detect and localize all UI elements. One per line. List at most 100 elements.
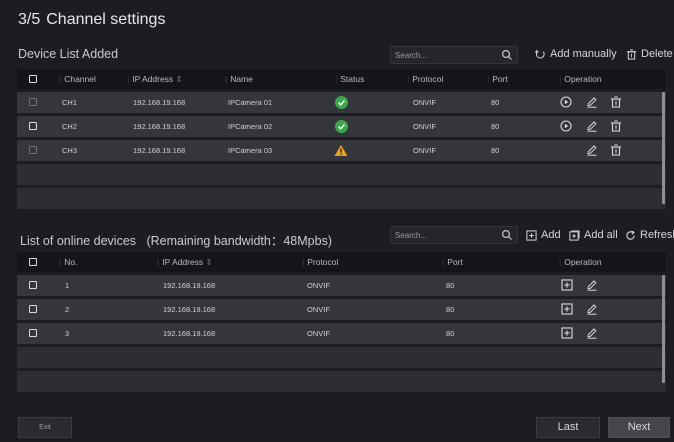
cell-no: 1 — [65, 281, 70, 290]
cell-port: 80 — [446, 305, 455, 314]
edit-icon[interactable] — [586, 303, 598, 315]
col-no[interactable]: | No. — [59, 252, 77, 272]
add-manually-label: Add manually — [550, 48, 617, 60]
col-protocol[interactable]: | Protocol — [407, 69, 443, 89]
edit-icon[interactable] — [586, 144, 598, 156]
add-icon[interactable] — [561, 327, 573, 339]
edit-icon[interactable] — [586, 279, 598, 291]
cell-protocol: ONVIF — [307, 281, 330, 290]
add-all-icon — [569, 229, 580, 241]
cell-port: 80 — [491, 98, 500, 107]
refresh-icon — [626, 229, 635, 240]
refresh-label: Refresh — [640, 229, 674, 241]
cell-ip: 192.168.19.168 — [133, 122, 186, 131]
online-device-table: | No. | IP Address ⇕ | Protocol | Port | Oper… — [17, 252, 666, 392]
table-row[interactable]: CH1 192.168.19.168 IPCamera 01 ONVIF 80 — [17, 92, 666, 113]
trash-icon[interactable] — [610, 96, 622, 108]
table-row[interactable]: CH2 192.168.19.168 IPCamera 02 ONVIF 80 — [17, 116, 666, 137]
refresh-button[interactable]: Refresh — [625, 229, 674, 241]
online-table-header: | No. | IP Address ⇕ | Protocol | Port | Oper… — [17, 252, 666, 272]
col-operation: | Operation — [559, 257, 602, 267]
trash-icon[interactable] — [610, 144, 622, 156]
table-row-empty — [17, 347, 666, 368]
cell-protocol: ONVIF — [307, 329, 330, 338]
online-list-title: List of online devices (Remaining bandwi… — [20, 230, 332, 249]
cell-protocol: ONVIF — [307, 305, 330, 314]
add-all-label: Add all — [584, 229, 618, 241]
cell-port: 80 — [491, 122, 500, 131]
online-list-title-text: List of online devices — [20, 234, 137, 248]
row-checkbox[interactable] — [29, 329, 37, 337]
status-warning-icon — [334, 145, 348, 156]
trash-icon — [626, 48, 637, 60]
col-ip-address[interactable]: | IP Address ⇕ — [157, 252, 213, 272]
play-icon[interactable] — [560, 96, 572, 108]
cell-ip: 192.168.19.168 — [163, 305, 216, 314]
search-icon[interactable] — [501, 49, 513, 61]
select-all-checkbox[interactable] — [29, 75, 37, 83]
search-icon[interactable] — [501, 229, 513, 241]
page-title: 3/5 Channel settings — [18, 11, 165, 29]
play-icon[interactable] — [560, 120, 572, 132]
step-indicator: 3/5 — [18, 11, 41, 28]
col-protocol[interactable]: | Protocol — [302, 252, 338, 272]
cell-channel: CH1 — [62, 98, 78, 107]
col-status[interactable]: | Status — [335, 69, 364, 89]
add-manually-button[interactable]: Add manually — [535, 48, 617, 60]
status-ok-icon — [335, 96, 348, 109]
row-checkbox[interactable] — [29, 281, 37, 289]
add-all-button[interactable]: Add all — [569, 229, 618, 241]
table-row[interactable]: CH3 192.168.19.168 IPCamera 03 ONVIF 80 — [17, 140, 666, 161]
added-search-box[interactable] — [390, 46, 518, 64]
trash-icon[interactable] — [610, 120, 622, 132]
col-name[interactable]: | Name — [225, 69, 253, 89]
table-row[interactable]: 2 192.168.19.168 ONVIF 80 — [17, 299, 666, 320]
edit-icon[interactable] — [586, 120, 598, 132]
add-manually-icon — [535, 49, 545, 59]
edit-icon[interactable] — [586, 327, 598, 339]
add-icon[interactable] — [561, 279, 573, 291]
exit-button[interactable]: Exit — [18, 417, 72, 438]
added-table-header: | Channel | IP Address ⇕ | Name | Status | Pr… — [17, 69, 666, 89]
delete-label: Delete — [641, 48, 673, 60]
table-row[interactable]: 3 192.168.19.168 ONVIF 80 — [17, 323, 666, 344]
remaining-bandwidth: (Remaining bandwidth：48Mpbs) — [146, 234, 332, 248]
online-search-box[interactable] — [390, 226, 518, 244]
cell-no: 3 — [65, 329, 70, 338]
select-all-checkbox[interactable] — [29, 258, 37, 266]
table-row-empty — [17, 188, 666, 209]
table-row-empty — [17, 164, 666, 185]
add-label: Add — [541, 229, 561, 241]
row-checkbox[interactable] — [29, 122, 37, 130]
cell-port: 80 — [446, 329, 455, 338]
cell-channel: CH3 — [62, 146, 78, 155]
add-icon[interactable] — [561, 303, 573, 315]
row-checkbox[interactable] — [29, 305, 37, 313]
added-search-input[interactable] — [395, 50, 501, 60]
edit-icon[interactable] — [586, 96, 598, 108]
cell-name: IPCamera 03 — [228, 146, 273, 155]
row-checkbox[interactable] — [29, 98, 37, 106]
next-button[interactable]: Next — [608, 417, 670, 438]
cell-protocol: ONVIF — [413, 98, 436, 107]
cell-ip: 192.168.19.168 — [133, 146, 186, 155]
cell-name: IPCamera 02 — [228, 122, 273, 131]
last-button[interactable]: Last — [536, 417, 600, 438]
cell-ip: 192.168.19.168 — [163, 281, 216, 290]
added-device-table: | Channel | IP Address ⇕ | Name | Status | Pr… — [17, 69, 666, 209]
online-table-scrollbar[interactable] — [662, 275, 665, 383]
col-port[interactable]: | Port — [487, 69, 508, 89]
col-port[interactable]: | Port — [442, 252, 463, 272]
cell-protocol: ONVIF — [413, 146, 436, 155]
cell-no: 2 — [65, 305, 70, 314]
col-ip-address[interactable]: | IP Address ⇕ — [127, 69, 183, 89]
table-row[interactable]: 1 192.168.19.168 ONVIF 80 — [17, 275, 666, 296]
add-button[interactable]: Add — [526, 229, 561, 241]
delete-button[interactable]: Delete — [626, 48, 673, 60]
add-icon — [526, 229, 537, 241]
row-checkbox[interactable] — [29, 146, 37, 154]
col-operation: | Operation — [559, 74, 602, 84]
online-search-input[interactable] — [395, 230, 501, 240]
col-channel[interactable]: | Channel — [59, 69, 96, 89]
added-table-scrollbar[interactable] — [662, 92, 665, 204]
